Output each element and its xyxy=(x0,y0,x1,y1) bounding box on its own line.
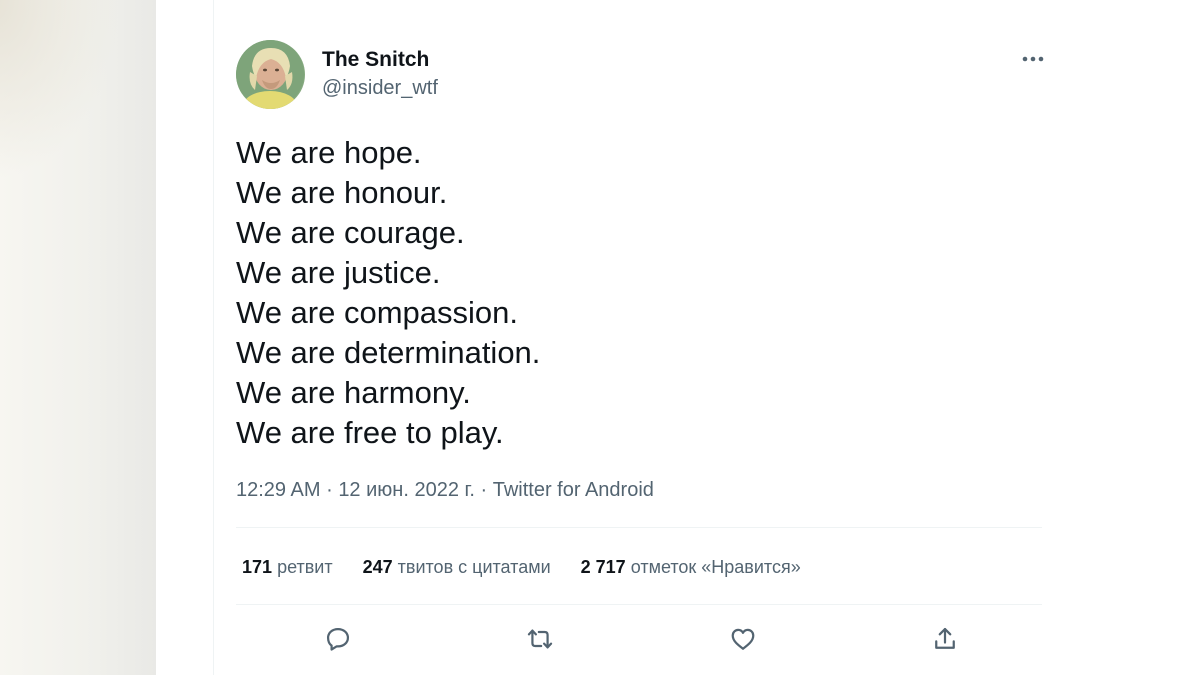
divider-top xyxy=(236,527,1042,528)
tweet-line: We are harmony. xyxy=(236,375,471,410)
tweet-date: 12 июн. 2022 г. xyxy=(338,479,475,501)
background-glow xyxy=(0,0,120,180)
tweet-text: We are hope. We are honour. We are coura… xyxy=(236,133,1016,453)
tweet-line: We are determination. xyxy=(236,335,541,370)
more-horizontal-icon xyxy=(1022,56,1044,62)
tweet-line: We are honour. xyxy=(236,175,448,210)
tweet-line: We are compassion. xyxy=(236,295,518,330)
retweet-icon xyxy=(527,629,553,649)
reply-icon xyxy=(326,627,350,651)
likes-label: отметок «Нравится» xyxy=(630,557,801,577)
more-options-button[interactable] xyxy=(1018,48,1048,70)
heart-icon xyxy=(731,628,755,650)
quotes-stat[interactable]: 247 твитов с цитатами xyxy=(363,555,551,579)
retweets-label: ретвит xyxy=(277,557,333,577)
retweets-count: 171 xyxy=(242,557,273,577)
background-left-panel xyxy=(0,0,156,675)
author-name[interactable]: The Snitch xyxy=(322,48,429,72)
avatar[interactable] xyxy=(236,40,305,109)
quotes-label: твитов с цитатами xyxy=(397,557,551,577)
background-right-panel xyxy=(1044,0,1200,675)
tweet-line: We are free to play. xyxy=(236,415,504,450)
quotes-count: 247 xyxy=(362,557,393,577)
tweet-line: We are justice. xyxy=(236,255,441,290)
tweet-line: We are courage. xyxy=(236,215,465,250)
tweet-source-link[interactable]: Twitter for Android xyxy=(493,479,654,501)
like-button[interactable] xyxy=(726,622,760,656)
retweets-stat[interactable]: 171 ретвит xyxy=(242,555,333,579)
share-button[interactable] xyxy=(928,622,962,656)
tweet-line: We are hope. xyxy=(236,135,422,170)
tweet-meta: 12:29 AM · 12 июн. 2022 г. · Twitter for… xyxy=(236,478,654,502)
meta-separator: · xyxy=(326,479,333,501)
likes-count: 2 717 xyxy=(580,557,626,577)
avatar-image xyxy=(236,40,305,109)
divider-bottom xyxy=(236,604,1042,605)
share-icon xyxy=(935,627,955,649)
tweet-stats: 171 ретвит 247 твитов с цитатами 2 717 о… xyxy=(242,555,831,579)
likes-stat[interactable]: 2 717 отметок «Нравится» xyxy=(581,555,801,579)
retweet-button[interactable] xyxy=(523,622,557,656)
tweet-time-link[interactable]: 12:29 AM · 12 июн. 2022 г. xyxy=(236,479,475,501)
reply-button[interactable] xyxy=(321,622,355,656)
tweet-time: 12:29 AM xyxy=(236,479,321,501)
author-handle[interactable]: @insider_wtf xyxy=(322,76,438,100)
meta-separator: · xyxy=(480,479,488,501)
